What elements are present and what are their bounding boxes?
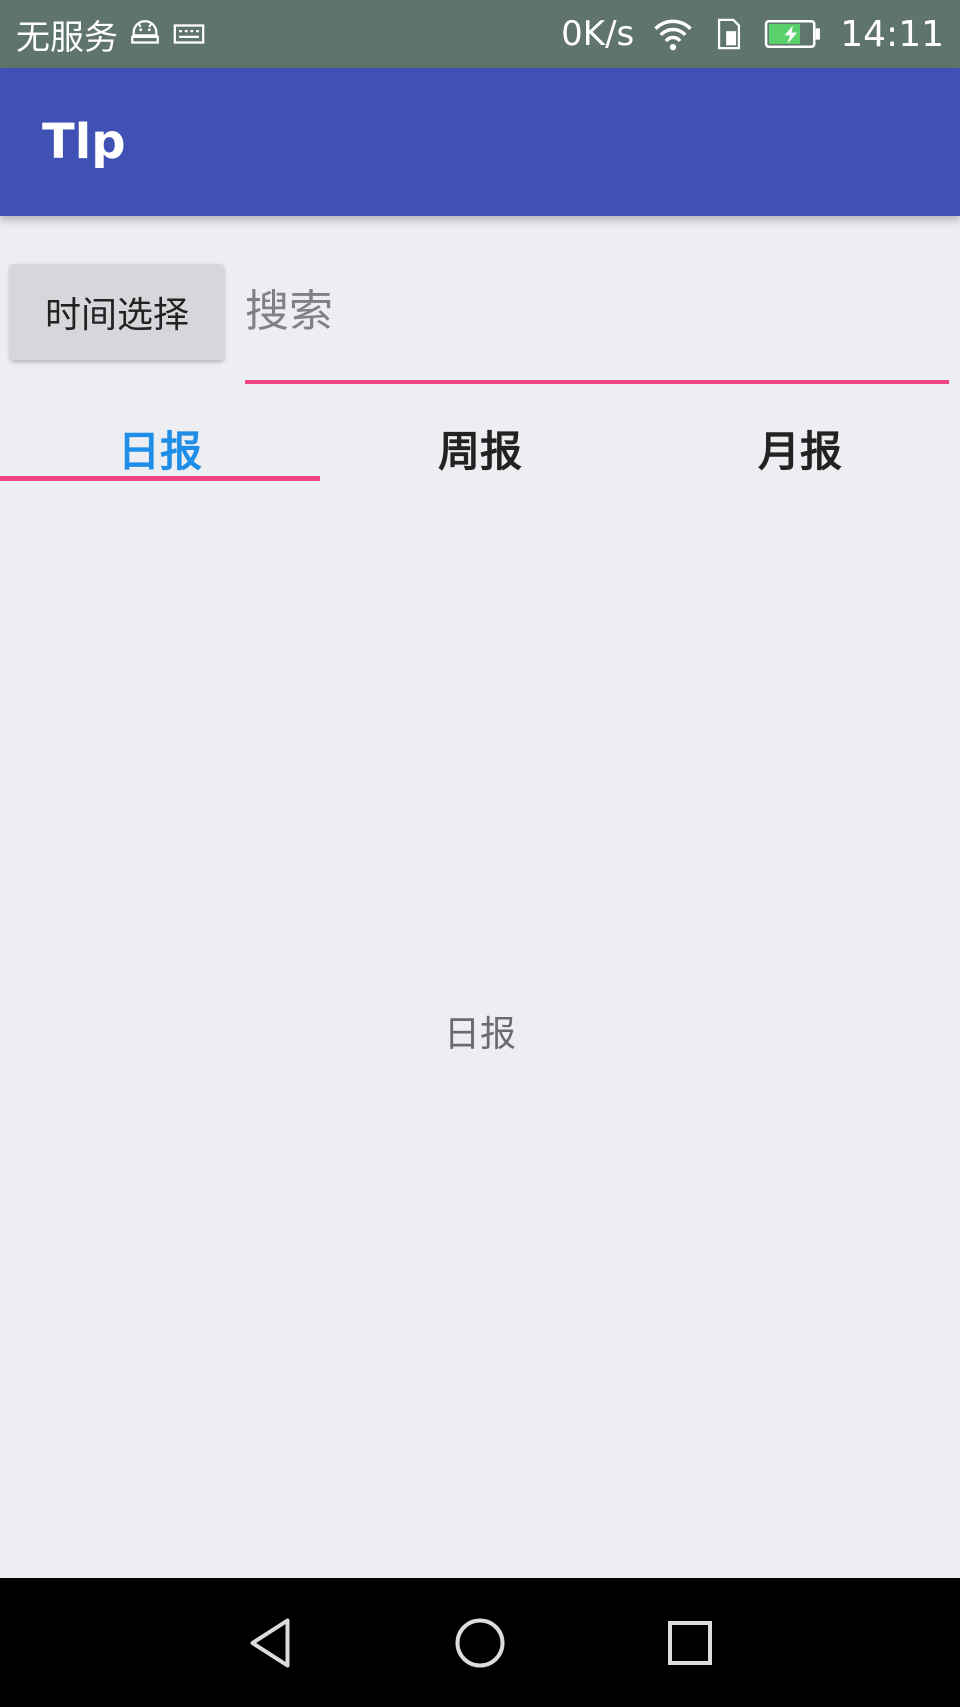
back-button[interactable] (230, 1603, 310, 1683)
carrier-text: 无服务 (16, 17, 118, 58)
sim-icon (712, 17, 746, 51)
tab-monthly[interactable]: 月报 (640, 400, 960, 484)
search-underline (245, 380, 949, 384)
report-tabs: 日报 周报 月报 (0, 400, 960, 484)
status-left: 无服务 (16, 10, 206, 59)
tab-content: 日报 (0, 484, 960, 1578)
recents-icon (668, 1620, 712, 1665)
status-time: 14:11 (840, 13, 944, 55)
app-title: Tlp (42, 114, 126, 170)
android-debug-icon (128, 17, 162, 51)
navigation-bar (0, 1578, 960, 1707)
home-icon (455, 1618, 505, 1667)
home-button[interactable] (440, 1603, 520, 1683)
time-select-button[interactable]: 时间选择 (10, 264, 224, 360)
status-right: 0K/s 14:11 (561, 13, 944, 55)
search-input[interactable] (245, 262, 949, 380)
app-bar: Tlp (0, 68, 960, 216)
search-field (245, 262, 949, 384)
battery-charging-icon (764, 17, 822, 51)
net-speed: 0K/s (561, 14, 635, 54)
content-label: 日报 (443, 1014, 516, 1055)
tab-weekly[interactable]: 周报 (320, 400, 640, 484)
keyboard-icon (172, 17, 206, 51)
wifi-icon (652, 13, 694, 55)
status-bar: 无服务 0K/s 14:11 (0, 0, 960, 68)
tab-indicator (0, 476, 320, 481)
back-icon (250, 1618, 290, 1667)
tab-daily[interactable]: 日报 (0, 400, 320, 484)
recents-button[interactable] (650, 1603, 730, 1683)
